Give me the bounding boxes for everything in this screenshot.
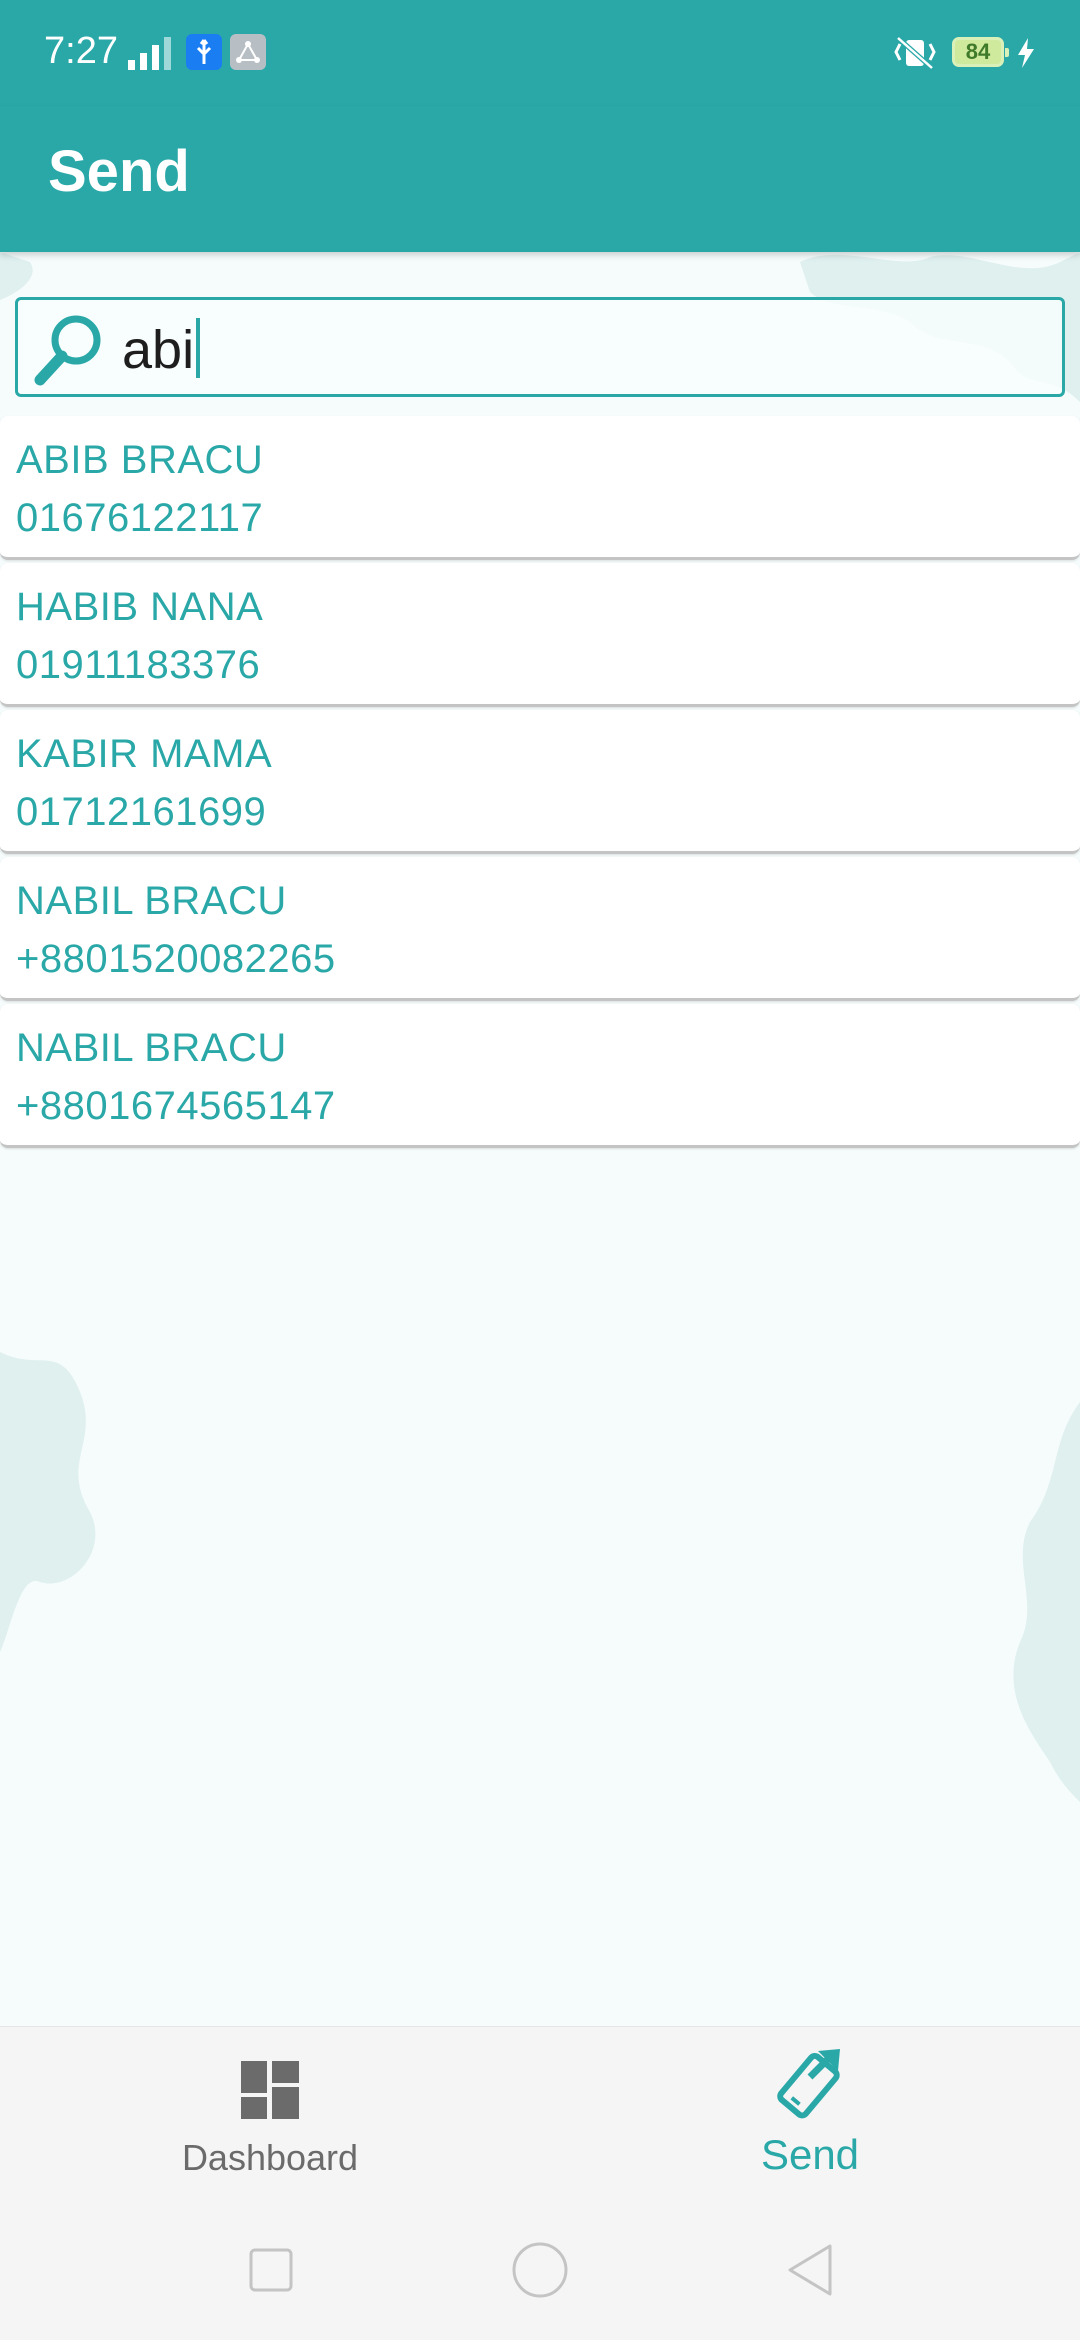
contact-phone: 01712161699 xyxy=(16,790,267,834)
signal-icon xyxy=(128,37,171,70)
vibrate-icon xyxy=(894,36,936,70)
nav-item-send[interactable]: Send xyxy=(540,2027,1080,2207)
list-item[interactable]: NABIL BRACU +8801674565147 xyxy=(0,1004,1080,1148)
list-item[interactable]: NABIL BRACU +8801520082265 xyxy=(0,857,1080,1001)
contact-name: NABIL BRACU xyxy=(16,879,287,923)
app-bar: Send xyxy=(0,106,1080,252)
status-time: 7:27 xyxy=(44,30,118,72)
background-splash-top-left xyxy=(0,252,33,300)
contact-name: ABIB BRACU xyxy=(16,438,264,482)
content-area: abi ABIB BRACU 01676122117 HABIB NANA 01… xyxy=(0,252,1080,2026)
contact-phone: 01676122117 xyxy=(16,496,264,540)
contact-list: ABIB BRACU 01676122117 HABIB NANA 019111… xyxy=(0,416,1080,1151)
nav-item-dashboard[interactable]: Dashboard xyxy=(0,2027,540,2207)
page-title: Send xyxy=(48,139,190,204)
text-caret xyxy=(196,318,201,378)
list-item[interactable]: KABIR MAMA 01712161699 xyxy=(0,710,1080,854)
search-icon xyxy=(34,315,101,386)
contact-name: HABIB NANA xyxy=(16,585,264,629)
contact-phone: 01911183376 xyxy=(16,643,261,687)
search-field[interactable]: abi xyxy=(15,297,1065,397)
recents-icon[interactable] xyxy=(249,2240,293,2300)
notification-icon xyxy=(230,34,266,70)
background-splash-right xyxy=(1013,1402,1080,1802)
contact-phone: +8801674565147 xyxy=(16,1084,336,1128)
usb-icon xyxy=(186,34,222,70)
home-icon[interactable] xyxy=(512,2240,568,2300)
contact-name: NABIL BRACU xyxy=(16,1026,287,1070)
system-navigation-bar xyxy=(0,2206,1080,2340)
background-splash-left xyxy=(0,1352,96,1652)
charging-icon xyxy=(1018,38,1034,68)
bottom-navigation: Dashboard Send xyxy=(0,2026,1080,2207)
list-item[interactable]: HABIB NANA 01911183376 xyxy=(0,563,1080,707)
search-input[interactable]: abi xyxy=(122,318,201,382)
contact-name: KABIR MAMA xyxy=(16,732,273,776)
dashboard-icon xyxy=(241,2061,299,2119)
contact-phone: +8801520082265 xyxy=(16,937,336,981)
list-item[interactable]: ABIB BRACU 01676122117 xyxy=(0,416,1080,560)
nav-label-dashboard: Dashboard xyxy=(181,2137,359,2178)
send-icon xyxy=(777,2049,840,2119)
nav-label-send: Send xyxy=(760,2131,860,2178)
back-icon[interactable] xyxy=(786,2240,834,2300)
battery-icon: 84 xyxy=(952,37,1009,67)
status-bar: 7:27 84 xyxy=(0,0,1080,106)
